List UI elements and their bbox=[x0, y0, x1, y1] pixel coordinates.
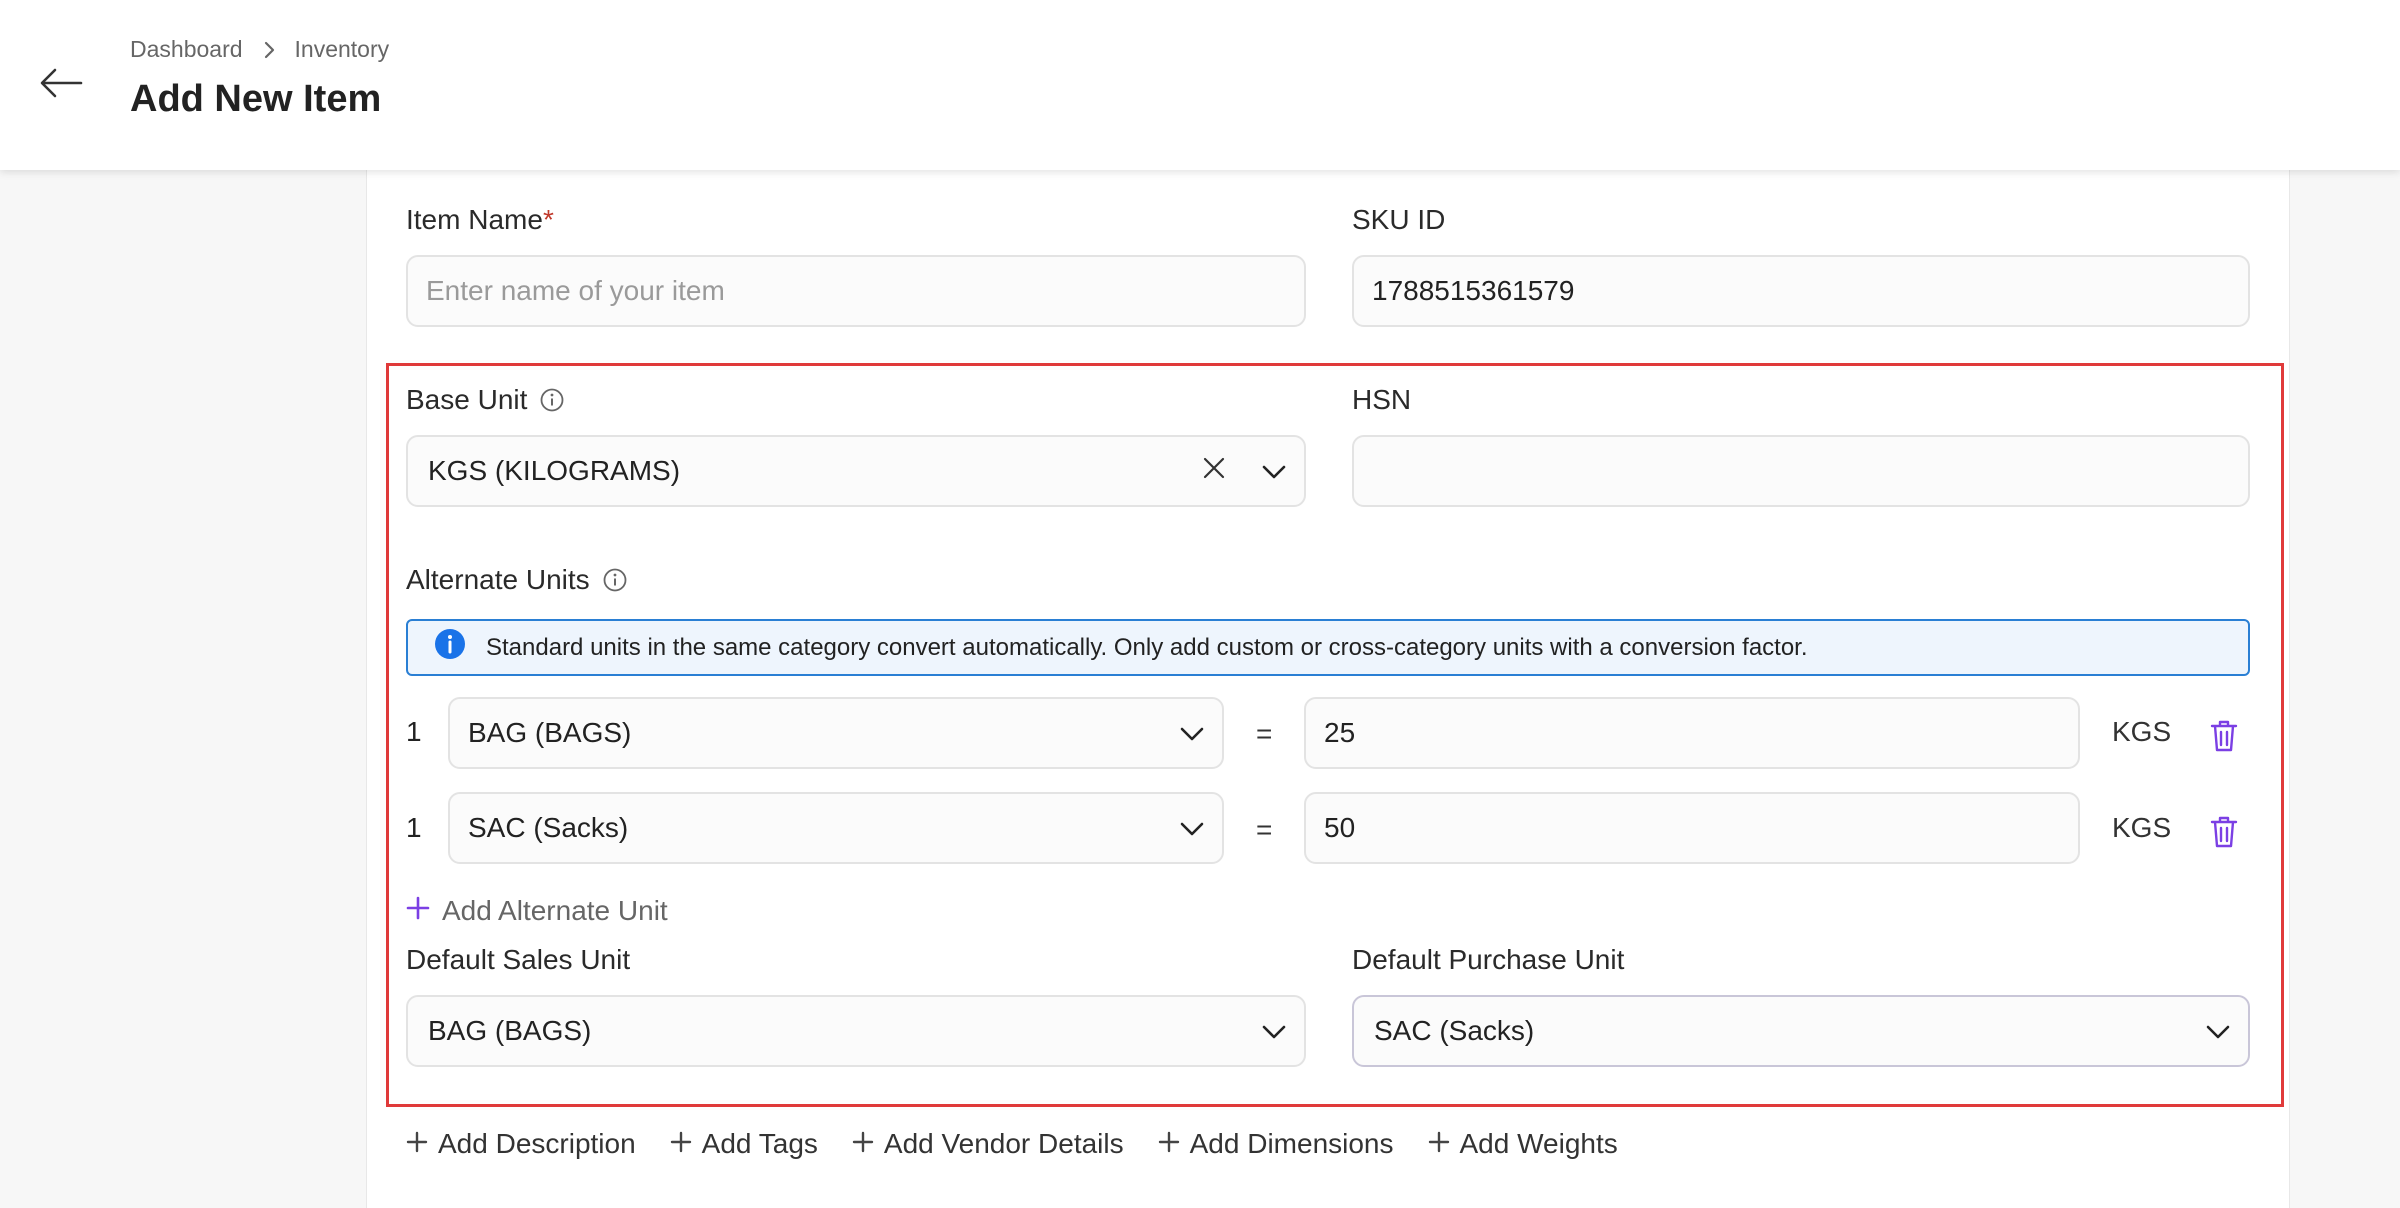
hsn-field[interactable] bbox=[1352, 435, 2250, 507]
hsn-label: HSN bbox=[1352, 384, 1412, 415]
page-header: Dashboard Inventory Add New Item bbox=[0, 0, 2400, 170]
add-alternate-unit-label: Add Alternate Unit bbox=[442, 895, 668, 926]
breadcrumb-dashboard[interactable]: Dashboard bbox=[130, 36, 243, 63]
base-unit-select[interactable]: KGS (KILOGRAMS) bbox=[406, 435, 1306, 507]
trash-icon[interactable] bbox=[2204, 812, 2244, 852]
breadcrumb: Dashboard Inventory bbox=[130, 36, 389, 63]
optional-sections-bar: Add Description Add Tags Add Vendor Deta… bbox=[406, 1128, 1618, 1160]
add-tags-link[interactable]: Add Tags bbox=[670, 1128, 818, 1160]
alt-unit-value: SAC (Sacks) bbox=[468, 812, 629, 843]
info-banner: Standard units in the same category conv… bbox=[406, 619, 2250, 676]
required-marker: * bbox=[542, 204, 554, 235]
equals-sign: = bbox=[1256, 814, 1273, 845]
clear-icon[interactable] bbox=[1202, 455, 1226, 487]
item-name-input[interactable] bbox=[426, 275, 1286, 307]
alt-unit-value: BAG (BAGS) bbox=[468, 717, 632, 748]
plus-icon bbox=[406, 1128, 428, 1160]
base-unit-suffix: KGS bbox=[2112, 812, 2172, 843]
add-weights-link[interactable]: Add Weights bbox=[1428, 1128, 1618, 1160]
default-sales-unit-value: BAG (BAGS) bbox=[428, 1015, 592, 1046]
add-vendor-details-link[interactable]: Add Vendor Details bbox=[852, 1128, 1124, 1160]
item-name-label: Item Name * bbox=[406, 204, 554, 235]
conversion-factor-value: 25 bbox=[1324, 717, 1356, 748]
alt-unit-select[interactable]: BAG (BAGS) bbox=[448, 697, 1224, 769]
item-name-field[interactable] bbox=[406, 255, 1306, 327]
default-purchase-unit-value: SAC (Sacks) bbox=[1374, 1015, 1535, 1046]
plus-icon bbox=[1428, 1128, 1450, 1160]
conversion-factor-field[interactable]: 50 bbox=[1304, 792, 2080, 864]
info-banner-text: Standard units in the same category conv… bbox=[486, 633, 1808, 661]
chevron-down-icon[interactable] bbox=[2206, 1015, 2230, 1047]
plus-icon bbox=[1158, 1128, 1180, 1160]
info-outline-icon[interactable] bbox=[539, 387, 565, 413]
plus-icon bbox=[852, 1128, 874, 1160]
info-filled-icon bbox=[434, 628, 466, 667]
chevron-right-icon bbox=[263, 41, 275, 59]
plus-icon bbox=[670, 1128, 692, 1160]
add-alternate-unit-button[interactable]: Add Alternate Unit bbox=[406, 895, 668, 927]
page-title: Add New Item bbox=[130, 78, 382, 120]
chevron-down-icon[interactable] bbox=[1262, 1015, 1286, 1047]
base-unit-suffix: KGS bbox=[2112, 716, 2172, 747]
alternate-units-label: Alternate Units bbox=[406, 564, 628, 596]
hsn-input[interactable] bbox=[1372, 455, 2230, 487]
conversion-factor-value: 50 bbox=[1324, 812, 1356, 843]
alt-unit-select[interactable]: SAC (Sacks) bbox=[448, 792, 1224, 864]
default-sales-unit-label: Default Sales Unit bbox=[406, 944, 631, 975]
equals-sign: = bbox=[1256, 718, 1273, 749]
alt-unit-qty: 1 bbox=[406, 716, 422, 747]
back-arrow-icon[interactable] bbox=[36, 58, 86, 108]
alt-unit-qty: 1 bbox=[406, 812, 422, 843]
info-outline-icon[interactable] bbox=[602, 567, 628, 593]
conversion-factor-field[interactable]: 25 bbox=[1304, 697, 2080, 769]
trash-icon[interactable] bbox=[2204, 716, 2244, 756]
chevron-down-icon[interactable] bbox=[1262, 455, 1286, 487]
chevron-down-icon[interactable] bbox=[1180, 812, 1204, 844]
breadcrumb-inventory[interactable]: Inventory bbox=[295, 36, 390, 63]
base-unit-value: KGS (KILOGRAMS) bbox=[428, 455, 681, 486]
sku-value: 1788515361579 bbox=[1372, 275, 1575, 306]
add-dimensions-link[interactable]: Add Dimensions bbox=[1158, 1128, 1394, 1160]
default-sales-unit-select[interactable]: BAG (BAGS) bbox=[406, 995, 1306, 1067]
sku-field[interactable]: 1788515361579 bbox=[1352, 255, 2250, 327]
default-purchase-unit-label: Default Purchase Unit bbox=[1352, 944, 1625, 975]
chevron-down-icon[interactable] bbox=[1180, 717, 1204, 749]
base-unit-label: Base Unit bbox=[406, 384, 565, 416]
default-purchase-unit-select[interactable]: SAC (Sacks) bbox=[1352, 995, 2250, 1067]
sku-label: SKU ID bbox=[1352, 204, 1446, 235]
plus-icon bbox=[406, 895, 430, 927]
add-description-link[interactable]: Add Description bbox=[406, 1128, 636, 1160]
